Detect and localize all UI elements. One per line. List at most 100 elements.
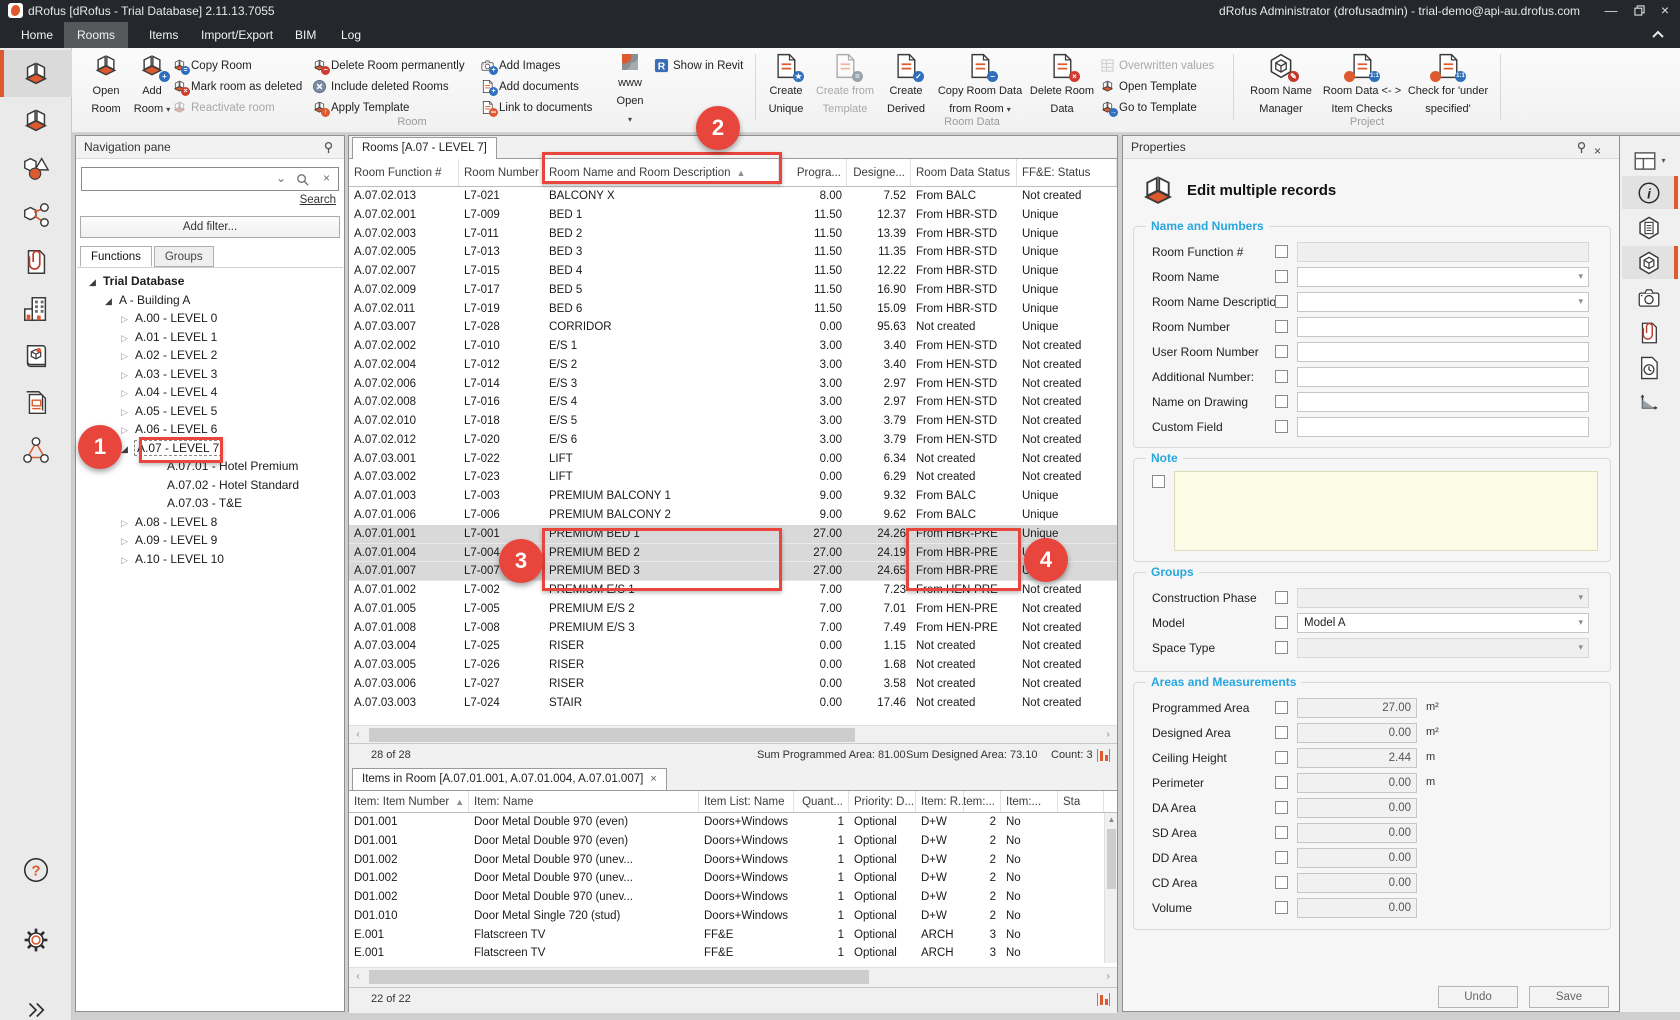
table-row[interactable]: A.07.02.011L7-019BED 611.5015.09From HBR…	[349, 300, 1117, 319]
tree-item[interactable]: ▷A.08 - LEVEL 8	[77, 513, 343, 532]
column-header[interactable]: Progra...	[779, 159, 847, 186]
items-horizontal-scrollbar[interactable]: ‹ ›	[349, 967, 1117, 987]
tab-items-in-room[interactable]: Items in Room [A.07.01.001, A.07.01.004,…	[352, 768, 667, 790]
column-header[interactable]: Priority: D...	[849, 791, 916, 812]
tree-expander-icon[interactable]: ▷	[121, 366, 135, 385]
history-tab-icon[interactable]	[1622, 351, 1676, 384]
room-name-manager-button[interactable]: ✎ Room Name Manager	[1240, 52, 1322, 116]
search-input[interactable]: ⌄ ×	[81, 167, 339, 191]
table-row[interactable]: A.07.01.008L7-008PREMIUM E/S 37.007.49Fr…	[349, 619, 1117, 638]
table-row[interactable]: E.001Flatscreen TVFF&E1OptionalARCH3No	[349, 944, 1117, 963]
model-cube-icon[interactable]	[1622, 246, 1676, 279]
table-row[interactable]: A.07.02.012L7-020E/S 63.003.79From HEN-S…	[349, 431, 1117, 450]
field-input[interactable]: 0.00	[1297, 723, 1417, 743]
add-room-button[interactable]: + Add Room ▾	[128, 52, 176, 116]
search-icon[interactable]	[295, 172, 310, 187]
column-header[interactable]: Designe...	[847, 159, 911, 186]
column-header[interactable]: Item List: Name	[699, 791, 794, 812]
field-input[interactable]: 0.00	[1297, 798, 1417, 818]
field-checkbox[interactable]	[1275, 320, 1288, 333]
table-row[interactable]: A.07.02.013L7-021BALCONY X8.007.52From B…	[349, 187, 1117, 206]
field-input[interactable]: 0.00	[1297, 848, 1417, 868]
tab-bim[interactable]: BIM	[282, 22, 329, 48]
field-dropdown[interactable]	[1297, 267, 1589, 287]
table-row[interactable]: A.07.03.003L7-024STAIR0.0017.46Not creat…	[349, 694, 1117, 713]
scroll-up-icon[interactable]: ▲	[1105, 813, 1118, 827]
column-header[interactable]: Sta	[1058, 791, 1104, 812]
note-checkbox[interactable]	[1152, 475, 1165, 488]
scroll-left-icon[interactable]: ‹	[349, 968, 367, 986]
table-row[interactable]: D01.001Door Metal Double 970 (even)Doors…	[349, 813, 1117, 832]
info-tab-icon[interactable]	[1622, 176, 1676, 209]
table-row[interactable]: A.07.02.002L7-010E/S 13.003.40From HEN-S…	[349, 337, 1117, 356]
table-row[interactable]: A.07.02.006L7-014E/S 33.002.97From HEN-S…	[349, 375, 1117, 394]
field-checkbox[interactable]	[1275, 616, 1288, 629]
tree-item[interactable]: ▷A.04 - LEVEL 4	[77, 383, 343, 402]
column-header[interactable]: Item:...	[964, 791, 1001, 812]
layout-panels-icon[interactable]: ▾	[1622, 144, 1676, 177]
table-row[interactable]: E.001Flatscreen TVFF&E1OptionalARCH3No	[349, 926, 1117, 945]
column-header[interactable]: Item: Name	[469, 791, 699, 812]
tree-item[interactable]: ▷A.09 - LEVEL 9	[77, 531, 343, 550]
clear-search-icon[interactable]: ×	[323, 171, 330, 185]
chart-icon[interactable]	[1097, 993, 1110, 1006]
column-header[interactable]: Room Number	[459, 159, 544, 186]
add-filter-button[interactable]: Add filter...	[80, 216, 340, 238]
tree-expander-icon[interactable]: ◢	[89, 273, 103, 292]
combo-arrow-icon[interactable]: ⌄	[276, 171, 286, 185]
tab-functions[interactable]: Functions	[80, 246, 152, 267]
table-row[interactable]: A.07.02.003L7-011BED 211.5013.39From HBR…	[349, 225, 1117, 244]
table-row[interactable]: D01.002Door Metal Double 970 (unev...Doo…	[349, 869, 1117, 888]
field-checkbox[interactable]	[1275, 901, 1288, 914]
attachments-tab-icon[interactable]	[1622, 316, 1676, 349]
note-textarea[interactable]	[1174, 471, 1598, 551]
open-template-button[interactable]: Open Template	[1100, 77, 1197, 96]
tree-expander-icon[interactable]: ▷	[121, 403, 135, 422]
table-row[interactable]: A.07.03.006L7-027RISER0.003.58Not create…	[349, 675, 1117, 694]
sidebar-item-catalog[interactable]	[0, 332, 72, 379]
table-row[interactable]: A.07.02.009L7-017BED 511.5016.90From HBR…	[349, 281, 1117, 300]
check-under-specified-button[interactable]: 1:1 Check for 'under specified'	[1402, 52, 1494, 116]
tree-item[interactable]: ▷A.02 - LEVEL 2	[77, 346, 343, 365]
table-row[interactable]: A.07.01.003L7-003PREMIUM BALCONY 19.009.…	[349, 487, 1117, 506]
tree-expander-icon[interactable]: ▷	[121, 551, 135, 570]
room-data-sheet-icon[interactable]	[1622, 211, 1676, 244]
reactivate-room-button[interactable]: Reactivate room	[172, 98, 275, 117]
sidebar-item-item-links[interactable]	[0, 191, 72, 238]
field-checkbox[interactable]	[1275, 295, 1288, 308]
items-vertical-scrollbar[interactable]: ▲	[1104, 813, 1117, 963]
sidebar-item-reports[interactable]	[0, 379, 72, 426]
www-open-button[interactable]: wwwOpen▾	[608, 52, 652, 116]
tab-import-export[interactable]: Import/Export	[188, 22, 286, 48]
tree-expander-icon[interactable]: ▷	[121, 329, 135, 348]
tab-groups[interactable]: Groups	[154, 246, 214, 267]
minimize-button[interactable]: —	[1602, 2, 1620, 20]
undo-button[interactable]: Undo	[1438, 986, 1518, 1008]
table-row[interactable]: A.07.02.001L7-009BED 111.5012.37From HBR…	[349, 206, 1117, 225]
rooms-horizontal-scrollbar[interactable]: ‹ ›	[349, 725, 1117, 743]
field-checkbox[interactable]	[1275, 270, 1288, 283]
apply-template-button[interactable]: ↑ Apply Template	[312, 98, 409, 117]
field-input[interactable]: 2.44	[1297, 748, 1417, 768]
table-row[interactable]: A.07.02.008L7-016E/S 43.002.97From HEN-S…	[349, 393, 1117, 412]
field-input[interactable]	[1297, 417, 1589, 437]
help-button[interactable]	[0, 846, 72, 893]
field-checkbox[interactable]	[1275, 851, 1288, 864]
tree-item[interactable]: A.07.02 - Hotel Standard	[77, 476, 343, 495]
tab-log[interactable]: Log	[328, 22, 374, 48]
field-checkbox[interactable]	[1275, 641, 1288, 654]
add-images-button[interactable]: + Add Images	[480, 56, 560, 75]
field-input[interactable]	[1297, 317, 1589, 337]
field-checkbox[interactable]	[1275, 245, 1288, 258]
field-input[interactable]	[1297, 342, 1589, 362]
images-tab-icon[interactable]	[1622, 281, 1676, 314]
include-deleted-rooms-button[interactable]: Include deleted Rooms	[312, 77, 449, 96]
delete-room-data-button[interactable]: × Delete Room Data	[1028, 52, 1096, 116]
tree-expander-icon[interactable]: ▷	[121, 347, 135, 366]
tab-items[interactable]: Items	[136, 22, 191, 48]
close-button[interactable]: ×	[1656, 2, 1674, 20]
field-checkbox[interactable]	[1275, 876, 1288, 889]
sidebar-item-room-templates[interactable]	[0, 97, 72, 144]
tree-item[interactable]: ▷A.03 - LEVEL 3	[77, 365, 343, 384]
field-checkbox[interactable]	[1275, 751, 1288, 764]
